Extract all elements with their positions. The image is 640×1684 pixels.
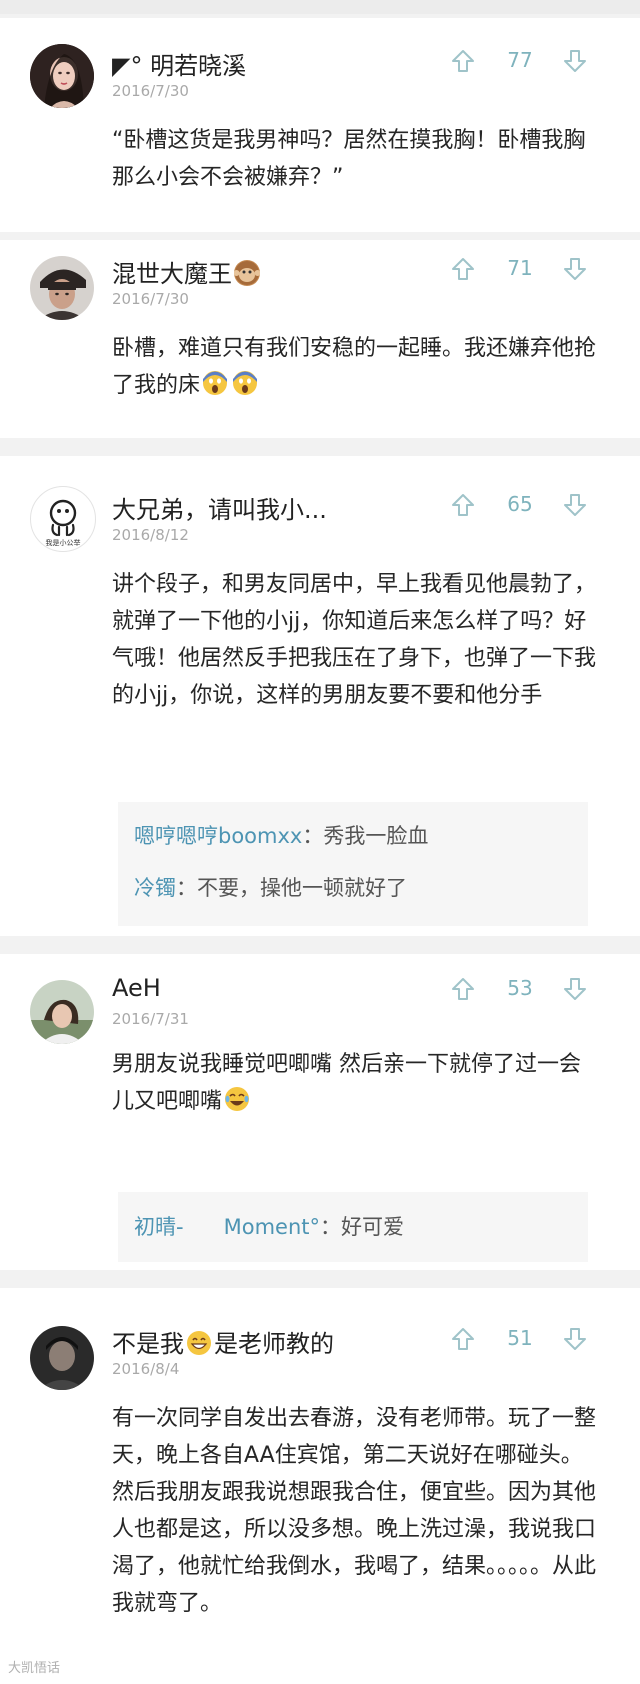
reply-box: 初晴- Moment°：好可爱	[118, 1192, 588, 1262]
vote-count: 51	[507, 1326, 533, 1350]
upvote-arrow-icon[interactable]	[450, 48, 476, 74]
vote-control: 65	[440, 490, 600, 520]
reply-author[interactable]: 冷镯	[134, 876, 176, 900]
vote-control: 71	[440, 254, 600, 284]
reply-box: 嗯哼嗯哼boomxx：秀我一脸血 冷镯：不要，操他一顿就好了	[118, 802, 588, 926]
comment-text: 男朋友说我睡觉吧唧嘴 然后亲一下就停了过一会儿又吧唧嘴	[112, 1052, 581, 1114]
comment-date: 2016/7/30	[112, 82, 189, 100]
comment-date: 2016/8/4	[112, 1360, 180, 1378]
reply-item[interactable]: 嗯哼嗯哼boomxx：秀我一脸血	[134, 820, 428, 850]
vote-control: 51	[440, 1324, 600, 1354]
username[interactable]: AeH	[112, 974, 161, 1002]
grinning-face-emoji-icon	[186, 1330, 212, 1356]
reply-item[interactable]: 冷镯：不要，操他一顿就好了	[134, 872, 407, 902]
reply-text: ：不要，操他一顿就好了	[176, 876, 407, 900]
comment-card: AeH 2016/7/31 53 男朋友说我睡觉吧唧嘴 然后亲一下就停了过一会儿…	[0, 954, 640, 1270]
username[interactable]: ◤° 明若晓溪	[112, 46, 246, 81]
upvote-arrow-icon[interactable]	[450, 976, 476, 1002]
vote-control: 53	[440, 974, 600, 1004]
top-separator	[0, 0, 640, 14]
vote-count: 65	[507, 492, 533, 516]
upvote-arrow-icon[interactable]	[450, 1326, 476, 1352]
portrait-girl-avatar[interactable]	[30, 980, 94, 1044]
downvote-arrow-icon[interactable]	[562, 1326, 588, 1352]
vote-count: 71	[507, 256, 533, 280]
username-row: 混世大魔王	[112, 254, 262, 289]
upvote-arrow-icon[interactable]	[450, 492, 476, 518]
portrait-woman-avatar[interactable]	[30, 44, 94, 108]
comment-text: 卧槽，难道只有我们安稳的一起睡。我还嫌弃他抢了我的床	[112, 336, 597, 398]
downvote-arrow-icon[interactable]	[562, 256, 588, 282]
screaming-face-emoji-icon	[202, 370, 228, 396]
reply-text: ：好可爱	[320, 1215, 405, 1239]
monkey-emoji-icon	[233, 260, 261, 286]
downvote-arrow-icon[interactable]	[562, 976, 588, 1002]
comment-text: 讲个段子，和男友同居中，早上我看见他晨勃了，就弹了一下他的小jj，你知道后来怎么…	[112, 572, 597, 708]
reply-author[interactable]: 嗯哼嗯哼boomxx	[134, 824, 302, 848]
comment-text: “卧槽这货是我男神吗？居然在摸我胸！卧槽我胸那么小会不会被嫌弃？”	[112, 128, 586, 190]
portrait-dark-avatar[interactable]	[30, 1326, 94, 1390]
watermark: 大凯悟话	[8, 1661, 61, 1676]
reply-text: ：秀我一脸血	[302, 824, 429, 848]
portrait-man-avatar[interactable]	[30, 256, 94, 320]
downvote-arrow-icon[interactable]	[562, 48, 588, 74]
comment-text-row: 男朋友说我睡觉吧唧嘴 然后亲一下就停了过一会儿又吧唧嘴	[112, 1046, 597, 1120]
username[interactable]: 混世大魔王	[112, 260, 232, 288]
comment-card: 不是我 是老师教的 2016/8/4 51 有一次同学自发出去春游，没有老师带。玩…	[0, 1288, 640, 1684]
cartoon-logo-avatar[interactable]: 我是小公举	[30, 486, 96, 552]
reply-item[interactable]: 初晴- Moment°：好可爱	[134, 1211, 404, 1241]
upvote-arrow-icon[interactable]	[450, 256, 476, 282]
comment-card: 我是小公举 大兄弟，请叫我小... 2016/8/12 65 讲个段子，和男友同…	[0, 456, 640, 936]
screaming-face-emoji-icon	[232, 370, 258, 396]
comment-text-row: 卧槽，难道只有我们安稳的一起睡。我还嫌弃他抢了我的床	[112, 330, 597, 404]
comment-date: 2016/7/30	[112, 290, 189, 308]
vote-control: 77	[440, 46, 600, 76]
comment-date: 2016/7/31	[112, 1010, 189, 1028]
vote-count: 53	[507, 976, 533, 1000]
username-row[interactable]: 不是我 是老师教的	[112, 1324, 334, 1359]
tears-of-joy-emoji-icon	[224, 1086, 250, 1112]
avatar-caption: 我是小公举	[46, 538, 81, 547]
comment-card: 混世大魔王 2016/7/30 71 卧槽，难道只有我们安稳的一起睡。我还嫌弃他…	[0, 240, 640, 438]
comment-card: ◤° 明若晓溪 2016/7/30 77 “卧槽这货是我男神吗？居然在摸我胸！卧…	[0, 18, 640, 232]
username[interactable]: 大兄弟，请叫我小...	[112, 490, 327, 525]
username-part: 是老师教的	[214, 1330, 334, 1358]
downvote-arrow-icon[interactable]	[562, 492, 588, 518]
username-part: 不是我	[112, 1330, 184, 1358]
comment-date: 2016/8/12	[112, 526, 189, 544]
vote-count: 77	[507, 48, 533, 72]
reply-author[interactable]: 初晴- Moment°	[134, 1215, 320, 1239]
comment-text: 有一次同学自发出去春游，没有老师带。玩了一整天，晚上各自AA住宾馆，第二天说好在…	[112, 1406, 597, 1616]
